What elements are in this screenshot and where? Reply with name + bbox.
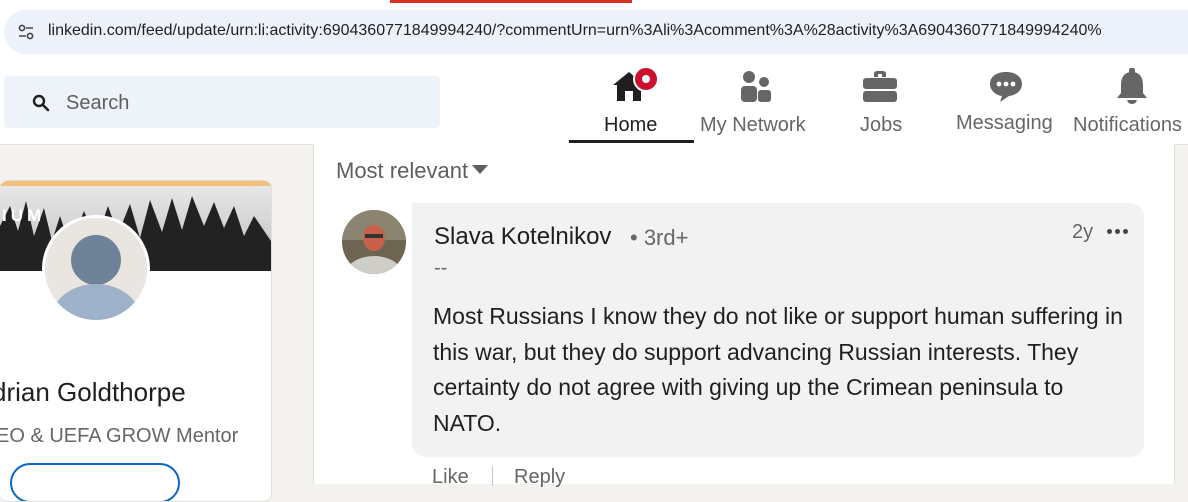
nav-home[interactable]: Home — [569, 62, 694, 144]
url-text[interactable]: linkedin.com/feed/update/urn:li:activity… — [48, 22, 1102, 40]
profile-avatar[interactable] — [42, 215, 150, 323]
browser-toolbar: linkedin.com/feed/update/urn:li:activity… — [0, 0, 1188, 63]
more-options-icon[interactable] — [1102, 219, 1132, 243]
nav-messaging[interactable]: Messaging — [950, 62, 1062, 144]
site-info-icon[interactable] — [10, 16, 42, 48]
reply-button[interactable]: Reply — [514, 466, 565, 489]
address-bar[interactable]: linkedin.com/feed/update/urn:li:activity… — [4, 10, 1188, 54]
notification-badge — [633, 66, 659, 92]
active-tab-indicator — [390, 0, 632, 3]
briefcase-icon — [860, 68, 900, 104]
nav-my-network-label: My Network — [700, 114, 806, 136]
comment-text: Most Russians I know they do not like or… — [433, 303, 1123, 436]
comment-timestamp: 2y — [1072, 221, 1094, 243]
cover-text: IUM — [2, 206, 46, 225]
search-input[interactable] — [64, 76, 428, 130]
sort-label: Most relevant — [336, 158, 469, 183]
caret-down-icon — [472, 165, 489, 174]
bell-icon — [1112, 68, 1152, 104]
profile-name[interactable]: drian Goldthorpe — [0, 377, 186, 408]
comment-author-headline: -- — [434, 257, 448, 279]
nav-notifications-label: Notifications — [1073, 114, 1182, 136]
comments-panel: Most relevant Slava Kotelnikov • 3rd+ --… — [313, 144, 1175, 488]
active-nav-indicator — [569, 140, 694, 143]
nav-messaging-label: Messaging — [956, 112, 1053, 134]
nav-jobs[interactable]: Jobs — [840, 62, 924, 144]
top-navbar: Home My Network Jobs — [0, 62, 1188, 145]
action-divider — [492, 466, 493, 486]
profile-action-button[interactable] — [10, 463, 180, 501]
network-icon — [736, 68, 776, 104]
nav-home-label: Home — [604, 114, 658, 136]
search-box[interactable] — [4, 76, 440, 130]
like-button[interactable]: Like — [432, 466, 469, 489]
search-icon — [32, 94, 50, 112]
profile-headline: EO & UEFA GROW Mentor — [0, 425, 239, 447]
nav-notifications[interactable]: Notifications — [1070, 62, 1188, 144]
message-icon — [986, 68, 1026, 104]
connection-degree: • 3rd+ — [630, 225, 689, 250]
commenter-avatar[interactable] — [342, 210, 406, 274]
nav-my-network[interactable]: My Network — [698, 62, 816, 144]
comment-bubble: Slava Kotelnikov • 3rd+ -- 2y Most Russi… — [412, 203, 1144, 457]
nav-jobs-label: Jobs — [860, 114, 903, 136]
comment-author-name[interactable]: Slava Kotelnikov — [434, 223, 611, 251]
profile-card: IUM drian Goldthorpe EO & UEFA GROW Ment… — [0, 180, 272, 502]
sort-dropdown[interactable]: Most relevant — [336, 158, 489, 184]
